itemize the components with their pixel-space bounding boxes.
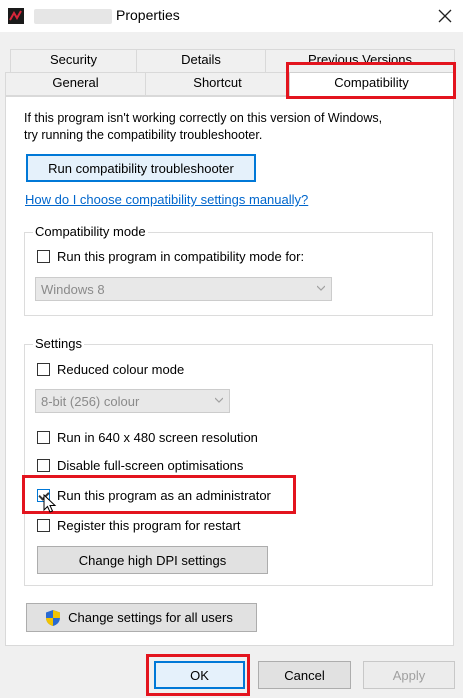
compatibility-mode-label: Compatibility mode (33, 224, 148, 239)
intro-line-2: try running the compatibility troublesho… (24, 128, 263, 142)
fullscreen-label: Disable full-screen optimisations (57, 457, 244, 473)
restart-label: Register this program for restart (57, 517, 241, 533)
intro-text: If this program isn't working correctly … (24, 110, 382, 144)
windows-version-value: Windows 8 (41, 281, 105, 297)
mouse-cursor-icon (43, 494, 57, 513)
fullscreen-checkbox[interactable] (37, 458, 50, 472)
windows-version-dropdown[interactable]: Windows 8 (35, 277, 332, 301)
compat-mode-checkbox-label: Run this program in compatibility mode f… (57, 248, 305, 264)
intro-line-1: If this program isn't working correctly … (24, 111, 383, 125)
ok-button[interactable]: OK (154, 661, 245, 689)
apply-button[interactable]: Apply (363, 661, 455, 689)
run-troubleshooter-button[interactable]: Run compatibility troubleshooter (26, 154, 256, 182)
manual-settings-link[interactable]: How do I choose compatibility settings m… (25, 192, 308, 207)
cancel-button[interactable]: Cancel (258, 661, 351, 689)
compatibility-mode-group (24, 232, 433, 316)
fullscreen-row[interactable]: Disable full-screen optimisations (37, 456, 243, 474)
resolution-row[interactable]: Run in 640 x 480 screen resolution (37, 428, 258, 446)
restart-row[interactable]: Register this program for restart (37, 516, 241, 534)
restart-checkbox[interactable] (37, 518, 50, 532)
admin-label: Run this program as an administrator (57, 487, 271, 503)
compat-mode-checkbox-row[interactable]: Run this program in compatibility mode f… (37, 247, 304, 265)
change-all-users-label: Change settings for all users (68, 610, 233, 625)
reduced-colour-row[interactable]: Reduced colour mode (37, 360, 184, 378)
change-dpi-button[interactable]: Change high DPI settings (37, 546, 268, 574)
colour-depth-value: 8-bit (256) colour (41, 393, 140, 409)
settings-label: Settings (33, 336, 84, 351)
reduced-colour-checkbox[interactable] (37, 362, 50, 376)
change-all-users-button[interactable]: Change settings for all users (26, 603, 257, 632)
colour-depth-dropdown[interactable]: 8-bit (256) colour (35, 389, 230, 413)
resolution-label: Run in 640 x 480 screen resolution (57, 429, 258, 445)
chevron-down-icon (317, 285, 325, 291)
compat-mode-checkbox[interactable] (37, 249, 50, 263)
admin-row[interactable]: Run this program as an administrator (37, 486, 271, 504)
resolution-checkbox[interactable] (37, 430, 50, 444)
chevron-down-icon (215, 397, 223, 403)
compatibility-tab-highlight (286, 62, 456, 99)
reduced-colour-label: Reduced colour mode (57, 361, 185, 377)
uac-shield-icon (46, 610, 60, 626)
